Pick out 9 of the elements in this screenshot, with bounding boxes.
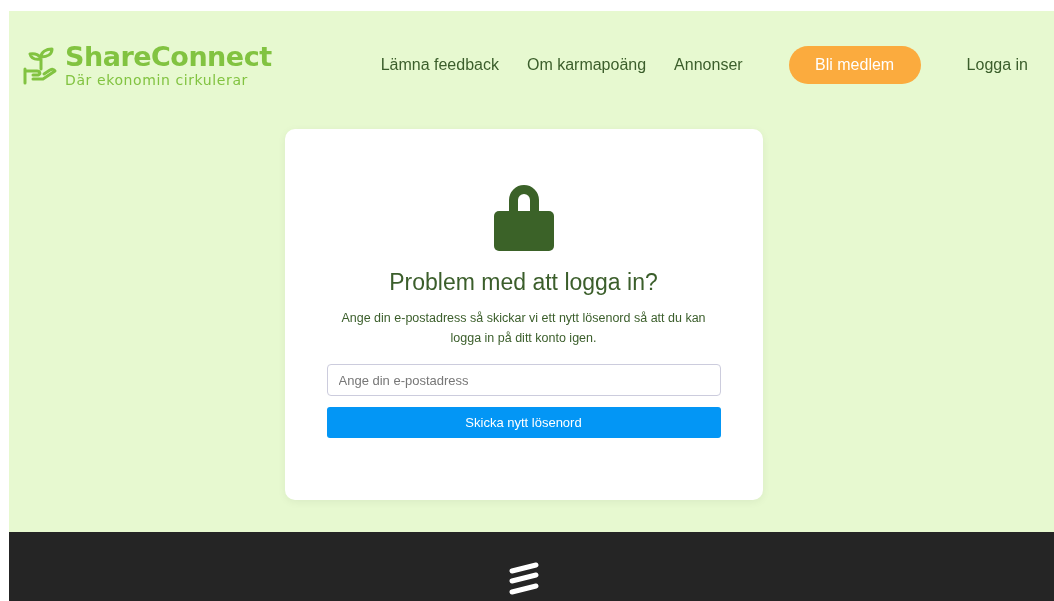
stripes-logo-icon: [507, 562, 540, 596]
card-title: Problem med att logga in?: [389, 269, 658, 296]
nav-link[interactable]: Annonser: [660, 56, 757, 74]
instruction-text: Ange din e-postadress så skickar vi ett nytt lösenord så att du kan logga in på ditt konto igen.: [340, 310, 707, 347]
brand-tagline: Där ekonomin cirkulerar: [65, 72, 249, 88]
email-field[interactable]: Ange din e-postadress: [326, 364, 721, 396]
nav-link[interactable]: Om karmapoäng: [512, 56, 661, 74]
nav-link[interactable]: Lämna feedback: [366, 56, 513, 74]
nav-link[interactable]: Logga in: [952, 56, 1042, 74]
